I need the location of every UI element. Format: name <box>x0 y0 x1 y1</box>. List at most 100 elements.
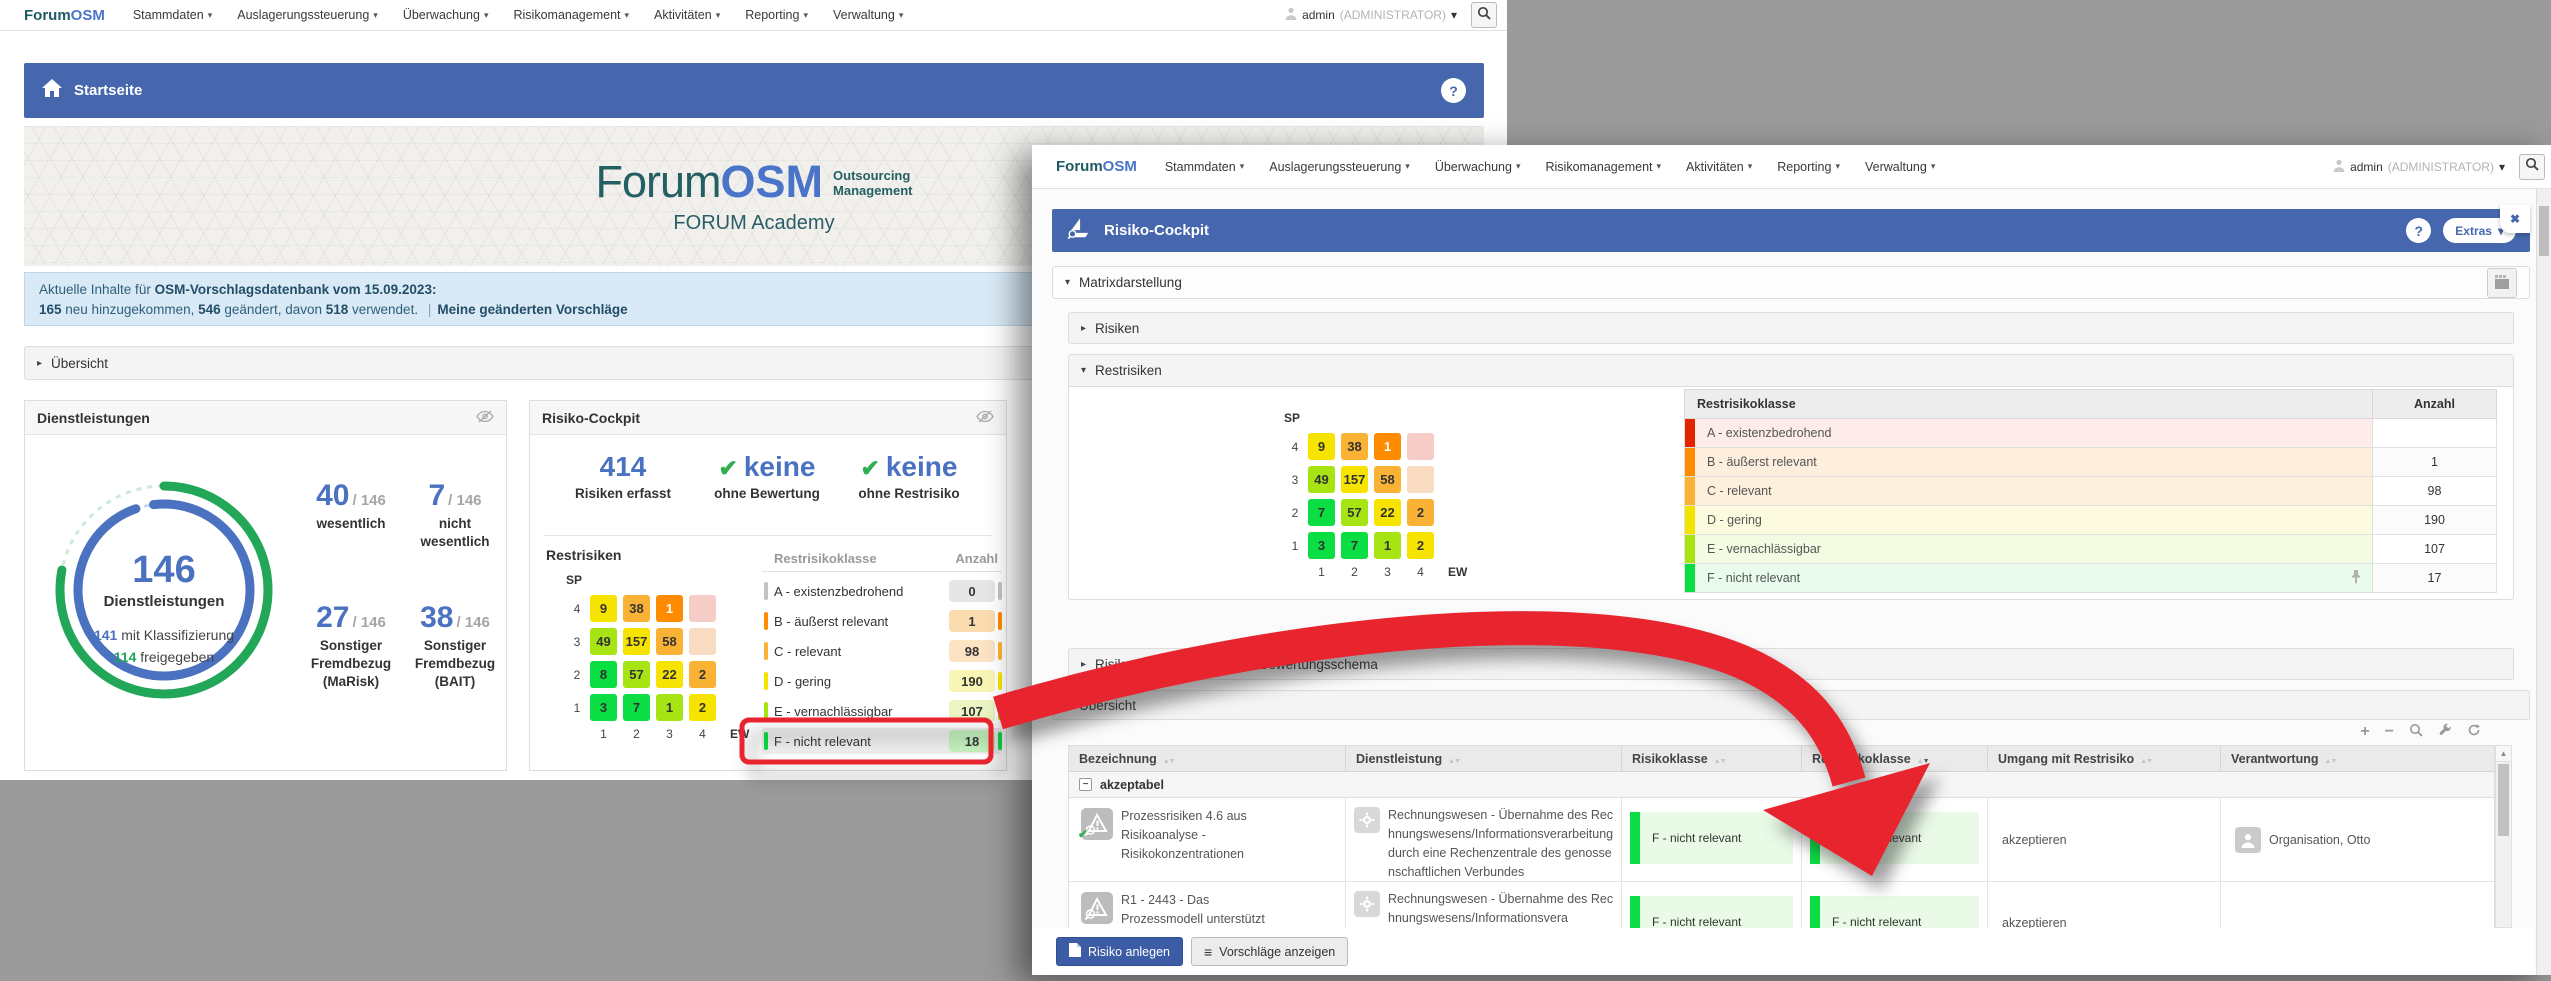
search-icon[interactable] <box>2409 723 2423 740</box>
scrollbar-thumb[interactable] <box>2498 764 2509 836</box>
sort-icon[interactable]: ▲▼ <box>2325 752 2337 766</box>
matrix-cell[interactable]: 38 <box>623 595 650 622</box>
nav-item-reporting[interactable]: Reporting▾ <box>745 8 808 22</box>
matrix-cell[interactable]: 7 <box>1341 532 1368 559</box>
class-row-b[interactable]: B - äußerst relevant1 <box>762 608 1002 634</box>
matrix-cell[interactable]: 1 <box>1374 433 1401 460</box>
user-menu[interactable]: admin (ADMINISTRATOR) ▾ <box>2333 159 2505 175</box>
nav-item-risikomanagement[interactable]: Risikomanagement▾ <box>514 8 630 22</box>
brand-logo[interactable]: ForumOSM <box>1056 158 1137 175</box>
eye-slash-icon[interactable] <box>976 410 994 426</box>
sort-desc-icon[interactable]: ▲▼ <box>1917 752 1929 766</box>
matrix-cell[interactable]: 157 <box>1341 466 1368 493</box>
class-row-f[interactable]: F - nicht relevant18 <box>762 728 1002 754</box>
nav-item-auslagerungssteuerung[interactable]: Auslagerungssteuerung▾ <box>1269 160 1410 174</box>
scroll-up-icon[interactable]: ▲ <box>2496 746 2511 762</box>
matrix-cell[interactable]: 49 <box>590 628 617 655</box>
sort-icon[interactable]: ▲▼ <box>1163 752 1175 766</box>
matrix-cell[interactable]: 8 <box>590 661 617 688</box>
class-row-f[interactable]: F - nicht relevant17 <box>1684 564 2497 593</box>
abweichend-panel-collapsed[interactable]: ▸ Risiken mit abweichendem Bewertungssch… <box>1068 648 2514 680</box>
matrix-cell[interactable]: 57 <box>1341 499 1368 526</box>
class-row-e[interactable]: E - vernachlässigbar107 <box>1684 535 2497 564</box>
nav-item-stammdaten[interactable]: Stammdaten▾ <box>133 8 212 22</box>
column-bezeichnung[interactable]: Bezeichnung▲▼ <box>1069 746 1346 771</box>
matrix-cell[interactable]: 22 <box>1374 499 1401 526</box>
class-row-c[interactable]: C - relevant98 <box>1684 477 2497 506</box>
nav-item-reporting[interactable]: Reporting▾ <box>1777 160 1840 174</box>
matrix-cell[interactable]: 9 <box>1308 433 1335 460</box>
nav-item-verwaltung[interactable]: Verwaltung▾ <box>833 8 903 22</box>
collapse-group-icon[interactable]: − <box>1079 778 1092 791</box>
table-scrollbar[interactable]: ▲ <box>2495 745 2512 928</box>
matrix-cell[interactable] <box>689 628 716 655</box>
class-row-e[interactable]: E - vernachlässigbar107 <box>762 698 1002 724</box>
matrix-cell[interactable]: 7 <box>623 694 650 721</box>
restrisiken-panel-header[interactable]: ▾ Restrisiken <box>1069 355 2513 387</box>
nav-item-auslagerungssteuerung[interactable]: Auslagerungssteuerung▾ <box>237 8 378 22</box>
close-button[interactable]: ✖ <box>2500 205 2530 233</box>
matrix-cell[interactable]: 3 <box>590 694 617 721</box>
class-row-c[interactable]: C - relevant98 <box>762 638 1002 664</box>
column-dienstleistung[interactable]: Dienstleistung▲▼ <box>1346 746 1622 771</box>
class-row-d[interactable]: D - gering190 <box>1684 506 2497 535</box>
brand-logo[interactable]: ForumOSM <box>24 7 105 24</box>
remove-icon[interactable]: − <box>2385 725 2394 739</box>
matrix-cell[interactable]: 58 <box>1374 466 1401 493</box>
nav-item-verwaltung[interactable]: Verwaltung▾ <box>1865 160 1935 174</box>
column-verantwortung[interactable]: Verantwortung▲▼ <box>2221 746 2495 771</box>
wrench-icon[interactable] <box>2438 723 2452 740</box>
matrix-cell[interactable]: 1 <box>1374 532 1401 559</box>
class-row-a[interactable]: A - existenzbedrohend <box>1684 419 2497 448</box>
matrix-cell[interactable]: 1 <box>656 595 683 622</box>
nav-item-ueberwachung[interactable]: Überwachung▾ <box>403 8 489 22</box>
search-button[interactable] <box>1471 2 1497 28</box>
changed-suggestions-link[interactable]: Meine geänderten Vorschläge <box>437 302 627 317</box>
table-row[interactable]: R1 - 2443 - Das Prozessmodell unterstütz… <box>1069 882 2494 928</box>
layout-grid-icon[interactable] <box>2487 268 2517 298</box>
matrix-cell[interactable]: 2 <box>689 661 716 688</box>
class-row-d[interactable]: D - gering190 <box>762 668 1002 694</box>
nav-item-risikomanagement[interactable]: Risikomanagement▾ <box>1546 160 1662 174</box>
uebersicht-section-header[interactable]: ▾ Übersicht <box>1052 690 2530 720</box>
search-button[interactable] <box>2519 154 2545 180</box>
column-risikoklasse[interactable]: Risikoklasse▲▼ <box>1622 746 1802 771</box>
pin-icon[interactable] <box>2350 570 2362 587</box>
nav-item-aktivitaeten[interactable]: Aktivitäten▾ <box>654 8 720 22</box>
refresh-icon[interactable] <box>2467 723 2481 740</box>
sort-icon[interactable]: ▲▼ <box>1448 752 1460 766</box>
window-scrollbar[interactable] <box>2536 189 2551 975</box>
help-button[interactable]: ? <box>1441 78 1466 103</box>
matrixdarstellung-section[interactable]: ▾ Matrixdarstellung <box>1052 266 2530 299</box>
matrix-cell[interactable]: 1 <box>656 694 683 721</box>
sort-icon[interactable]: ▲▼ <box>2140 752 2152 766</box>
user-menu[interactable]: admin (ADMINISTRATOR) ▾ <box>1285 7 1457 23</box>
matrix-cell[interactable]: 2 <box>689 694 716 721</box>
table-row[interactable]: ✔ Prozessrisiken 4.6 aus Risikoanalyse -… <box>1069 798 2494 882</box>
risiko-anlegen-button[interactable]: Risiko anlegen <box>1056 937 1183 966</box>
group-row-akzeptabel[interactable]: − akzeptabel <box>1069 772 2494 798</box>
matrix-cell[interactable]: 2 <box>1407 532 1434 559</box>
matrix-cell[interactable]: 22 <box>656 661 683 688</box>
class-row-b[interactable]: B - äußerst relevant1 <box>1684 448 2497 477</box>
nav-item-ueberwachung[interactable]: Überwachung▾ <box>1435 160 1521 174</box>
matrix-cell[interactable]: 9 <box>590 595 617 622</box>
class-row-a[interactable]: A - existenzbedrohend0 <box>762 578 1002 604</box>
risiken-panel-collapsed[interactable]: ▸ Risiken <box>1068 312 2514 344</box>
column-restrisikoklasse[interactable]: Restrisikoklasse▲▼ <box>1802 746 1988 771</box>
matrix-cell[interactable]: 58 <box>656 628 683 655</box>
matrix-cell[interactable]: 49 <box>1308 466 1335 493</box>
matrix-cell[interactable]: 2 <box>1407 499 1434 526</box>
matrix-cell[interactable] <box>1407 433 1434 460</box>
nav-item-aktivitaeten[interactable]: Aktivitäten▾ <box>1686 160 1752 174</box>
eye-slash-icon[interactable] <box>476 410 494 426</box>
matrix-cell[interactable]: 7 <box>1308 499 1335 526</box>
column-umgang-mit-restrisiko[interactable]: Umgang mit Restrisiko▲▼ <box>1988 746 2221 771</box>
sort-icon[interactable]: ▲▼ <box>1714 752 1726 766</box>
help-button[interactable]: ? <box>2406 218 2431 243</box>
vorschlaege-anzeigen-button[interactable]: ≡ Vorschläge anzeigen <box>1191 937 1348 966</box>
matrix-cell[interactable]: 3 <box>1308 532 1335 559</box>
matrix-cell[interactable] <box>1407 466 1434 493</box>
matrix-cell[interactable]: 38 <box>1341 433 1368 460</box>
matrix-cell[interactable]: 157 <box>623 628 650 655</box>
